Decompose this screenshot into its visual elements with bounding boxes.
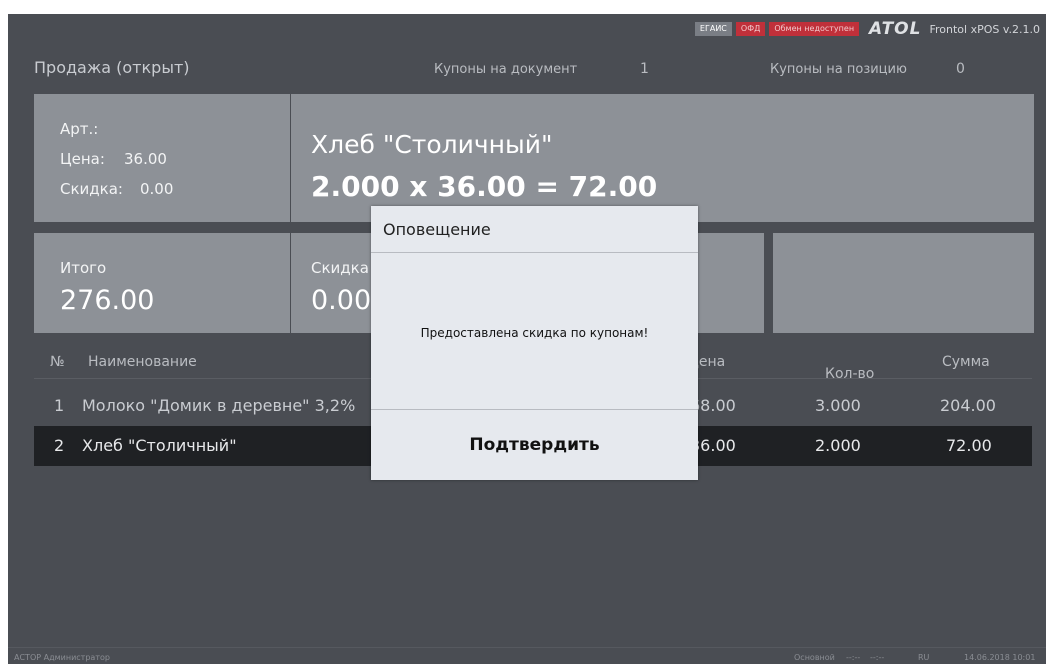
- item-details-panel: Арт.: Цена: 36.00 Скидка: 0.00: [34, 94, 290, 222]
- coupons-document-label: Купоны на документ: [434, 62, 578, 77]
- exchange-badge: Обмен недоступен: [769, 22, 860, 36]
- price-value: 36.00: [124, 150, 167, 168]
- total-panel: Итого 276.00: [34, 233, 290, 333]
- pos-window: ЕГАИС ОФД Обмен недоступен ATOL Frontol …: [8, 14, 1046, 664]
- footer-mode: Основной: [794, 653, 835, 662]
- article-label: Арт.:: [60, 120, 99, 138]
- total-value: 276.00: [60, 285, 155, 316]
- extra-panel: [773, 233, 1034, 333]
- row-sum: 72.00: [946, 436, 992, 455]
- egais-badge: ЕГАИС: [694, 22, 732, 36]
- row-qty: 3.000: [815, 396, 861, 415]
- row-qty: 2.000: [815, 436, 861, 455]
- footer-time1: --:--: [846, 653, 861, 662]
- footer-user: АСТОР Администратор: [14, 653, 110, 662]
- footer-lang: RU: [918, 653, 930, 662]
- footer-time2: --:--: [870, 653, 885, 662]
- coupons-position-label: Купоны на позицию: [770, 62, 907, 77]
- app-version: Frontol xPOS v.2.1.0: [929, 22, 1040, 36]
- footer-divider: [8, 647, 1046, 648]
- row-num: 1: [54, 396, 65, 415]
- confirm-button[interactable]: Подтвердить: [371, 410, 698, 480]
- price-label: Цена:: [60, 150, 105, 168]
- current-item-calc: 2.000 x 36.00 = 72.00: [311, 170, 658, 203]
- discount-value: 0.00: [140, 180, 174, 198]
- status-bar: ЕГАИС ОФД Обмен недоступен ATOL Frontol …: [694, 19, 1040, 39]
- total-discount-label: Скидка: [311, 259, 369, 277]
- dialog-message: Предоставлена скидка по купонам!: [420, 326, 649, 340]
- document-title: Продажа (открыт): [34, 58, 190, 77]
- row-sum: 204.00: [940, 396, 996, 415]
- col-qty: Кол-во: [825, 366, 875, 382]
- dialog-divider: [371, 252, 698, 253]
- total-discount-value: 0.00: [311, 285, 372, 316]
- dialog-title: Оповещение: [383, 220, 491, 239]
- current-item-panel: Хлеб "Столичный" 2.000 x 36.00 = 72.00: [291, 94, 1034, 222]
- coupons-document-value: 1: [640, 61, 649, 77]
- current-item-name: Хлеб "Столичный": [311, 130, 553, 159]
- coupons-position-value: 0: [956, 61, 965, 77]
- col-name: Наименование: [88, 354, 197, 370]
- discount-label: Скидка:: [60, 180, 123, 198]
- col-num: №: [50, 354, 65, 370]
- col-sum: Сумма: [942, 354, 990, 370]
- footer-datetime: 14.06.2018 10:01: [964, 653, 1036, 662]
- total-label: Итого: [60, 259, 107, 277]
- row-name: Молоко "Домик в деревне" 3,2%: [82, 396, 356, 415]
- row-num: 2: [54, 436, 65, 455]
- notification-dialog: Оповещение Предоставлена скидка по купон…: [371, 206, 698, 480]
- ofd-badge: ОФД: [735, 22, 766, 36]
- row-name: Хлеб "Столичный": [82, 436, 237, 455]
- atol-logo: ATOL: [869, 19, 922, 39]
